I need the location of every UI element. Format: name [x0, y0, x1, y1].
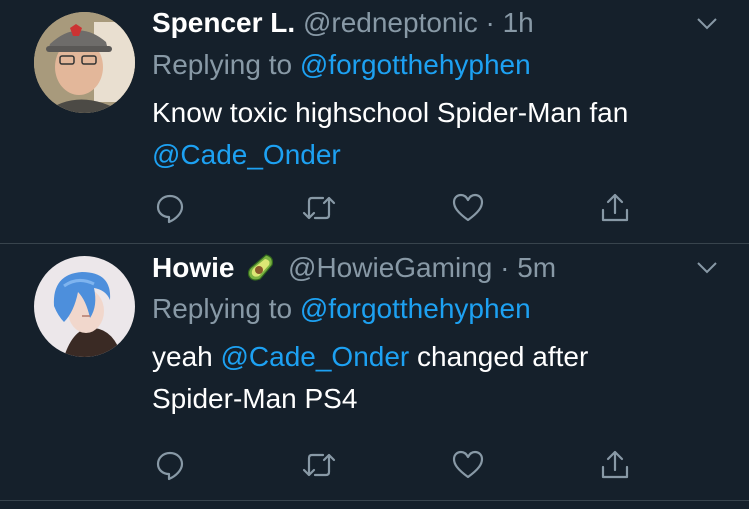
heart-icon — [452, 450, 484, 479]
replying-to: Replying to @forgotthehyphen — [152, 50, 719, 80]
tweet-text-line: Know toxic highschool Spider-Man fan — [152, 97, 629, 128]
retweet-icon — [302, 453, 336, 477]
mention-link[interactable]: @Cade_Onder — [221, 341, 410, 372]
tweet-text: yeah @Cade_Onder changed after Spider-Ma… — [152, 336, 719, 420]
person-with-cap-avatar-icon — [34, 12, 135, 113]
timestamp[interactable]: 5m — [517, 252, 556, 283]
display-name[interactable]: Spencer L. — [152, 7, 295, 38]
timeline-feed: Spencer L. @redneptonic · 1h Replying to… — [0, 0, 749, 509]
like-button[interactable] — [450, 190, 486, 226]
share-button[interactable] — [597, 190, 633, 226]
tweet-actions — [152, 190, 652, 226]
replying-to: Replying to @forgotthehyphen — [152, 294, 719, 324]
tweet-header: Spencer L. @redneptonic · 1h — [152, 8, 719, 38]
avocado-emoji-icon — [246, 252, 276, 282]
tweet-content: Howie @HowieGaming · 5m Replying to @for… — [152, 252, 719, 420]
timestamp[interactable]: 1h — [503, 7, 534, 38]
replying-to-label: Replying to — [152, 49, 300, 80]
share-icon — [601, 193, 629, 222]
tweet-spencer[interactable]: Spencer L. @redneptonic · 1h Replying to… — [0, 0, 749, 243]
tweet-header: Howie @HowieGaming · 5m — [152, 252, 719, 283]
user-handle[interactable]: @redneptonic — [303, 7, 478, 38]
blue-hair-character-avatar-icon — [34, 256, 135, 357]
reply-mention-link[interactable]: @forgotthehyphen — [300, 49, 531, 80]
like-button[interactable] — [450, 447, 486, 483]
tweet-text: Know toxic highschool Spider-Man fan @Ca… — [152, 92, 719, 176]
tweet-text-line: Spider-Man PS4 — [152, 383, 358, 414]
reply-icon — [156, 194, 184, 224]
reply-button[interactable] — [152, 190, 188, 226]
mention-link[interactable]: @Cade_Onder — [152, 139, 341, 170]
reply-mention-link[interactable]: @forgotthehyphen — [300, 293, 531, 324]
heart-icon — [452, 193, 484, 222]
tweet-content: Spencer L. @redneptonic · 1h Replying to… — [152, 8, 719, 176]
reply-icon — [156, 451, 184, 481]
retweet-button[interactable] — [301, 190, 337, 226]
retweet-button[interactable] — [301, 447, 337, 483]
tweet-actions — [152, 447, 652, 483]
chevron-down-icon[interactable] — [695, 12, 719, 36]
divider — [0, 500, 749, 501]
display-name[interactable]: Howie — [152, 252, 234, 283]
user-handle[interactable]: @HowieGaming — [288, 252, 492, 283]
separator-dot: · — [477, 7, 503, 38]
reply-button[interactable] — [152, 447, 188, 483]
retweet-icon — [302, 196, 336, 220]
share-button[interactable] — [597, 447, 633, 483]
separator-dot: · — [492, 252, 518, 283]
tweet-howie[interactable]: Howie @HowieGaming · 5m Replying to @for… — [0, 244, 749, 500]
avatar[interactable] — [34, 256, 135, 357]
avatar[interactable] — [34, 12, 135, 113]
tweet-text-segment: yeah — [152, 341, 221, 372]
chevron-down-icon[interactable] — [695, 256, 719, 280]
share-icon — [601, 450, 629, 479]
replying-to-label: Replying to — [152, 293, 300, 324]
tweet-text-segment: changed after — [409, 341, 589, 372]
